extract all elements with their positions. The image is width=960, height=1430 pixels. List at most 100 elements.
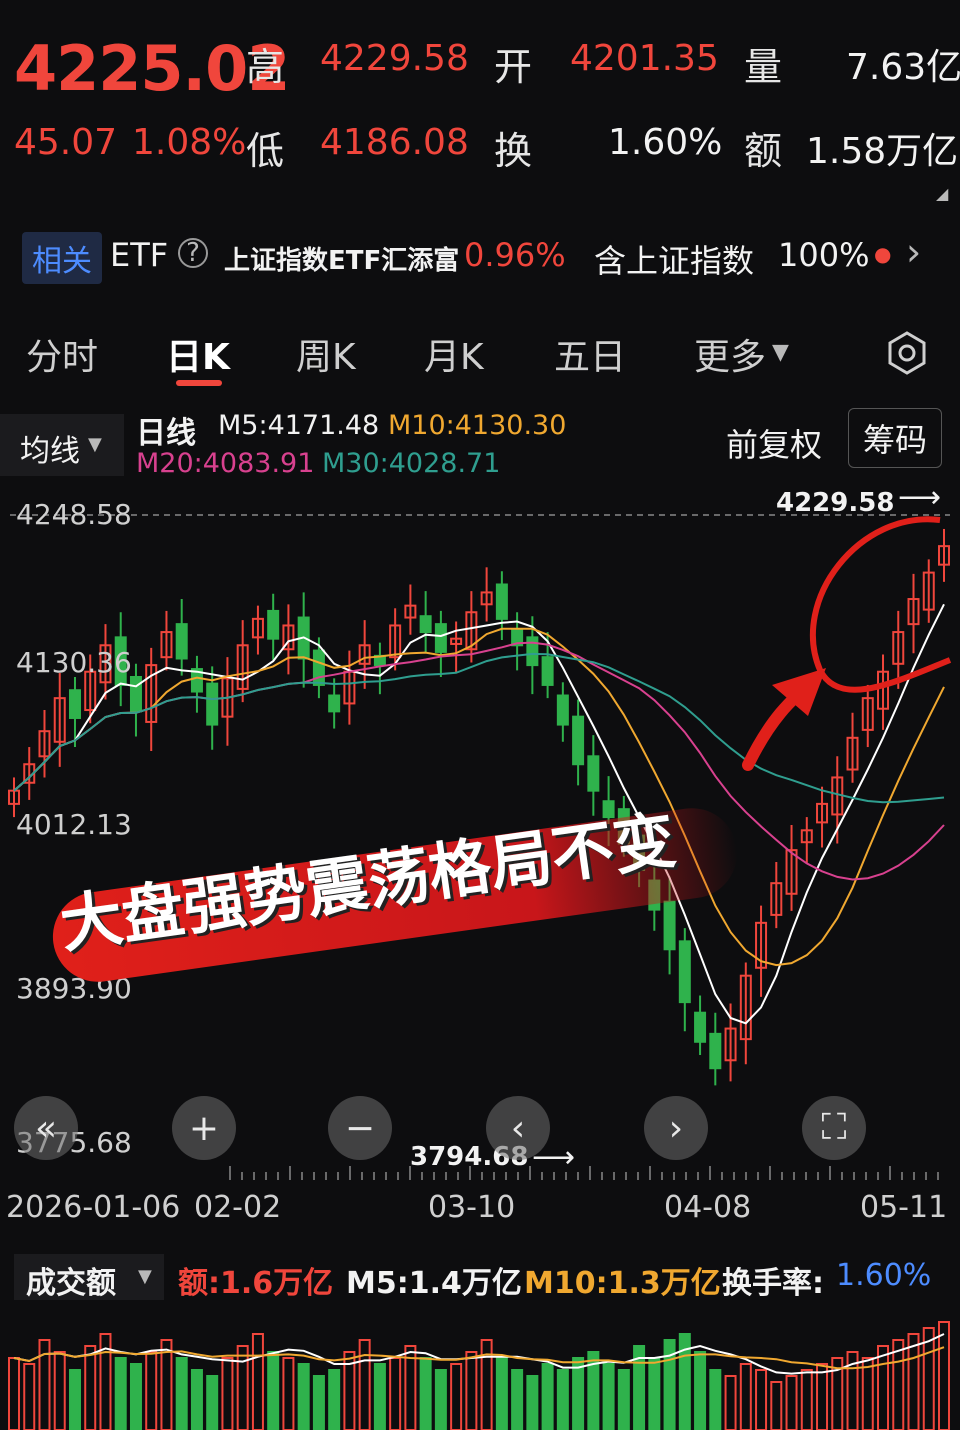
candle-body xyxy=(495,583,508,620)
volume-bar xyxy=(236,1345,249,1430)
ma20-value: M20:4083.91 xyxy=(136,448,315,479)
candle-body xyxy=(328,694,341,713)
active-tab-indicator xyxy=(176,380,222,386)
ma30-value: M30:4028.71 xyxy=(322,448,501,479)
y-tick-2: 4130.36 xyxy=(16,646,132,679)
volume-bar xyxy=(434,1369,447,1430)
more-dropdown-icon[interactable]: ▼ xyxy=(772,340,789,365)
volume-bar xyxy=(358,1339,371,1430)
help-icon[interactable]: ? xyxy=(178,238,208,268)
amount-value: 1.58万亿 xyxy=(806,131,959,172)
candle-body xyxy=(587,755,600,792)
volume-bar xyxy=(724,1375,737,1430)
candle-body xyxy=(175,623,188,660)
low-label: 低 xyxy=(246,129,285,173)
volume-bar xyxy=(389,1357,402,1430)
scroll-left-button[interactable]: ‹ xyxy=(486,1096,550,1160)
volume-bar xyxy=(160,1339,173,1430)
tab-daily-k[interactable]: 日K xyxy=(166,328,230,380)
candle-body xyxy=(267,609,280,640)
settings-gear-icon[interactable] xyxy=(884,330,930,380)
x-tick-4: 04-08 xyxy=(664,1190,752,1225)
x-tick-3: 03-10 xyxy=(428,1190,516,1225)
candle-body xyxy=(419,615,432,634)
ma-selector-label: 均线 xyxy=(20,434,80,469)
candle-body xyxy=(678,940,691,1004)
chevron-right-icon[interactable]: › xyxy=(906,230,921,274)
candle-body xyxy=(129,676,142,713)
volume-bar xyxy=(328,1369,341,1430)
volume-bar xyxy=(785,1375,798,1430)
related-badge: 相关 xyxy=(22,232,102,284)
candle-body xyxy=(526,636,539,667)
rewind-button[interactable]: « xyxy=(14,1096,78,1160)
tab-more[interactable]: 更多 xyxy=(694,328,766,380)
y-tick-1: 4248.58 xyxy=(16,498,132,531)
etf-contains-label: 含上证指数 xyxy=(594,242,755,280)
related-etf-bar[interactable]: 相关 ETF ? 上证指数ETF汇添富 0.96% 含上证指数 100% ● › xyxy=(0,222,960,290)
candle-body xyxy=(663,900,676,951)
period-tabs: 分时 日K 周K 月K 五日 更多 ▼ xyxy=(0,320,960,390)
high-marker-label: 4229.58 xyxy=(776,488,895,518)
volume-m5: M5:1.4万亿 xyxy=(346,1266,522,1301)
candle-body xyxy=(556,694,569,726)
fullscreen-button[interactable]: ⛶ xyxy=(802,1096,866,1160)
volume-bar xyxy=(526,1375,539,1430)
volume-bar xyxy=(190,1369,203,1430)
volume-bar xyxy=(68,1369,81,1430)
volume-bar xyxy=(267,1351,280,1430)
change-percent: 1.08% xyxy=(132,122,247,163)
scroll-right-button[interactable]: › xyxy=(644,1096,708,1160)
volume-bar xyxy=(511,1369,524,1430)
volume-label: 量 xyxy=(744,45,783,89)
volume-bar xyxy=(282,1357,295,1430)
x-axis-ticks xyxy=(229,1166,939,1180)
volume-bar xyxy=(861,1357,874,1430)
chips-button[interactable]: 筹码 xyxy=(848,408,943,468)
turnover-rate-label: 换手率: xyxy=(722,1266,824,1301)
volume-bar xyxy=(175,1357,188,1430)
ma-dropdown-icon: ▼ xyxy=(88,434,102,455)
volume-bar xyxy=(206,1375,219,1430)
zoom-out-button[interactable]: − xyxy=(328,1096,392,1160)
volume-bar xyxy=(572,1357,585,1430)
volume-bar xyxy=(53,1351,66,1430)
volume-bar xyxy=(648,1357,661,1430)
adjust-toggle[interactable]: 前复权 xyxy=(726,420,822,466)
volume-amount: 额:1.6万亿 xyxy=(178,1266,334,1301)
candle-body xyxy=(694,1011,707,1043)
volume-bar xyxy=(907,1333,920,1430)
etf-contains-value: 100% xyxy=(778,236,870,274)
volume-bar xyxy=(312,1375,325,1430)
volume-bar xyxy=(617,1369,630,1430)
live-dot-icon: ● xyxy=(874,242,892,266)
x-tick-2: 02-02 xyxy=(194,1190,282,1225)
ma-selector[interactable]: 均线 ▼ xyxy=(0,414,124,476)
tab-intraday[interactable]: 分时 xyxy=(26,328,98,380)
high-label: 高 xyxy=(246,45,285,89)
candle-body xyxy=(572,715,585,766)
volume-bar xyxy=(816,1363,829,1430)
volume-selector[interactable]: 成交额 ▼ xyxy=(14,1254,164,1301)
volume-bar xyxy=(419,1357,432,1430)
etf-change: 0.96% xyxy=(464,236,566,274)
tab-five-day[interactable]: 五日 xyxy=(554,328,626,380)
tab-monthly-k[interactable]: 月K xyxy=(424,328,484,380)
open-label: 开 xyxy=(494,45,533,89)
period-label: 日线 xyxy=(136,416,196,451)
x-tick-1: 2026-01-06 xyxy=(6,1190,181,1225)
volume-bar xyxy=(694,1351,707,1430)
volume-bar xyxy=(465,1351,478,1430)
volume-bar xyxy=(541,1363,554,1430)
volume-bar xyxy=(709,1369,722,1430)
volume-bar xyxy=(739,1363,752,1430)
zoom-in-button[interactable]: + xyxy=(172,1096,236,1160)
y-tick-3: 4012.13 xyxy=(16,808,132,841)
volume-bar xyxy=(297,1363,310,1430)
tab-weekly-k[interactable]: 周K xyxy=(296,328,356,380)
turnover-value: 1.60% xyxy=(608,122,723,163)
volume-bar xyxy=(495,1357,508,1430)
expand-corner-icon[interactable]: ◢ xyxy=(936,184,948,203)
candle-body xyxy=(709,1032,722,1070)
volume-bar xyxy=(938,1321,950,1430)
